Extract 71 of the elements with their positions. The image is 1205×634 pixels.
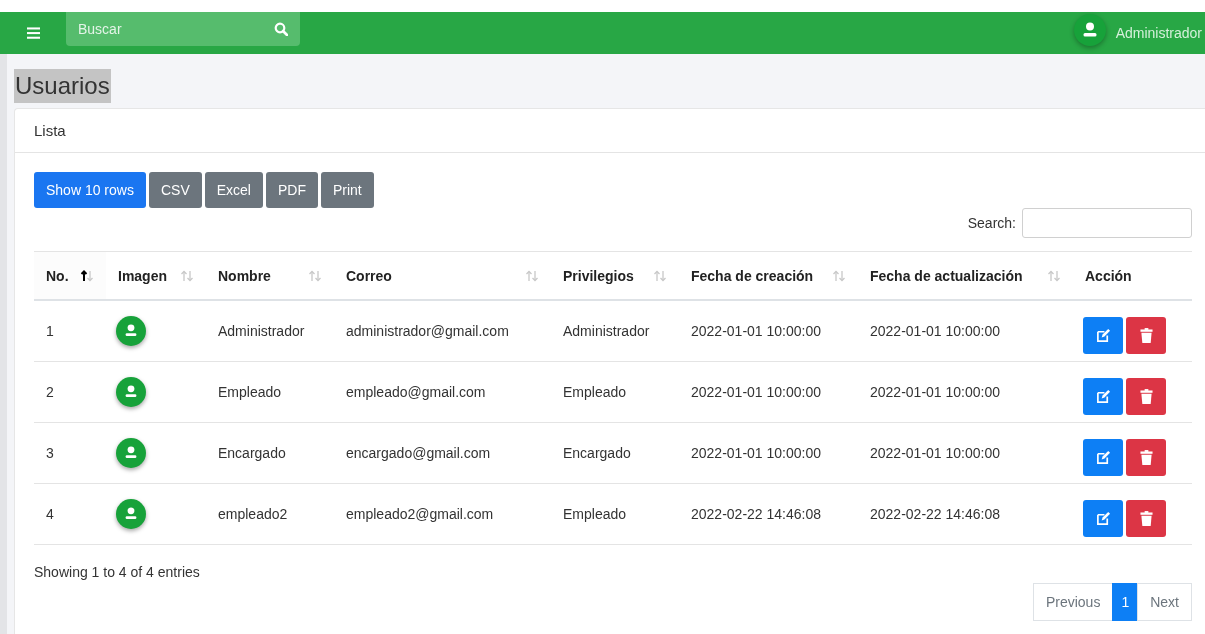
delete-button[interactable] xyxy=(1126,377,1166,415)
edit-icon xyxy=(1095,388,1111,404)
table-cell: empleado2@gmail.com xyxy=(334,483,551,545)
trash-icon xyxy=(1139,388,1153,404)
table-cell: Empleado xyxy=(551,361,679,423)
avatar-icon xyxy=(116,438,146,468)
table-cell: 2022-02-22 14:46:08 xyxy=(858,483,1073,545)
edit-button[interactable] xyxy=(1083,377,1123,415)
trash-icon xyxy=(1139,449,1153,465)
table-cell: 2022-01-01 10:00:00 xyxy=(679,300,858,362)
toolbar-button[interactable]: Excel xyxy=(204,172,263,208)
edit-icon xyxy=(1095,449,1111,465)
table-cell: empleado@gmail.com xyxy=(334,361,551,423)
edit-button[interactable] xyxy=(1083,438,1123,476)
table-cell: Empleado xyxy=(206,361,334,423)
table-cell: encargado@gmail.com xyxy=(334,422,551,484)
table-cell: Administrador xyxy=(551,300,679,362)
column-header[interactable]: Nombre xyxy=(218,267,271,284)
table-cell: administrador@gmail.com xyxy=(334,300,551,362)
table-cell: 2022-01-01 10:00:00 xyxy=(858,361,1073,423)
search-field[interactable] xyxy=(1022,208,1192,238)
toolbar-button[interactable]: Print xyxy=(320,172,374,208)
table-cell: Empleado xyxy=(551,483,679,545)
table-cell: empleado2 xyxy=(206,483,334,545)
toolbar-button[interactable]: CSV xyxy=(148,172,202,208)
table-cell: 3 xyxy=(34,422,106,484)
user-name[interactable]: Administrador xyxy=(1115,25,1202,41)
table-cell: Encargado xyxy=(551,422,679,484)
trash-icon xyxy=(1139,510,1153,526)
edit-button[interactable] xyxy=(1083,499,1123,537)
avatar-icon xyxy=(116,499,146,529)
page-button[interactable]: Previous xyxy=(1032,583,1114,621)
table-cell: 1 xyxy=(34,300,106,362)
search-label: Search: xyxy=(967,215,1016,231)
column-header[interactable]: No. xyxy=(46,267,69,284)
avatar-icon xyxy=(116,377,146,407)
table-cell: 2022-02-22 14:46:08 xyxy=(679,483,858,545)
delete-button[interactable] xyxy=(1126,438,1166,476)
toolbar-button[interactable]: Show 10 rows xyxy=(34,172,146,208)
column-header[interactable]: Acción xyxy=(1085,267,1132,284)
search-icon[interactable] xyxy=(274,22,288,36)
edit-icon xyxy=(1095,510,1111,526)
toolbar-button[interactable]: PDF xyxy=(265,172,318,208)
table-cell: 2022-01-01 10:00:00 xyxy=(858,300,1073,362)
search-field[interactable]: Buscar xyxy=(66,12,300,46)
page-button[interactable]: 1 xyxy=(1112,583,1139,621)
menu-icon[interactable] xyxy=(27,27,40,39)
table-cell: Encargado xyxy=(206,422,334,484)
sort-icon[interactable] xyxy=(80,269,94,282)
card-title: Lista xyxy=(34,122,66,139)
table-cell: 2 xyxy=(34,361,106,423)
table-cell: 2022-01-01 10:00:00 xyxy=(679,422,858,484)
user-avatar-icon[interactable] xyxy=(1073,14,1106,46)
delete-button[interactable] xyxy=(1126,499,1166,537)
table-cell: Administrador xyxy=(206,300,334,362)
entries-info: Showing 1 to 4 of 4 entries xyxy=(34,564,201,580)
table-cell: 4 xyxy=(34,483,106,545)
column-header[interactable]: Correo xyxy=(346,267,392,284)
trash-icon xyxy=(1139,327,1153,343)
column-header[interactable]: Fecha de actualización xyxy=(870,267,1023,284)
column-header[interactable]: Imagen xyxy=(118,267,167,284)
edit-icon xyxy=(1095,327,1111,343)
page-button[interactable]: Next xyxy=(1137,583,1192,621)
delete-button[interactable] xyxy=(1126,316,1166,354)
column-header[interactable]: Privilegios xyxy=(563,267,634,284)
avatar-icon xyxy=(116,316,146,346)
page-title: Usuarios xyxy=(14,69,111,103)
edit-button[interactable] xyxy=(1083,316,1123,354)
table-cell: 2022-01-01 10:00:00 xyxy=(858,422,1073,484)
table-cell: 2022-01-01 10:00:00 xyxy=(679,361,858,423)
column-header[interactable]: Fecha de creación xyxy=(691,267,814,284)
